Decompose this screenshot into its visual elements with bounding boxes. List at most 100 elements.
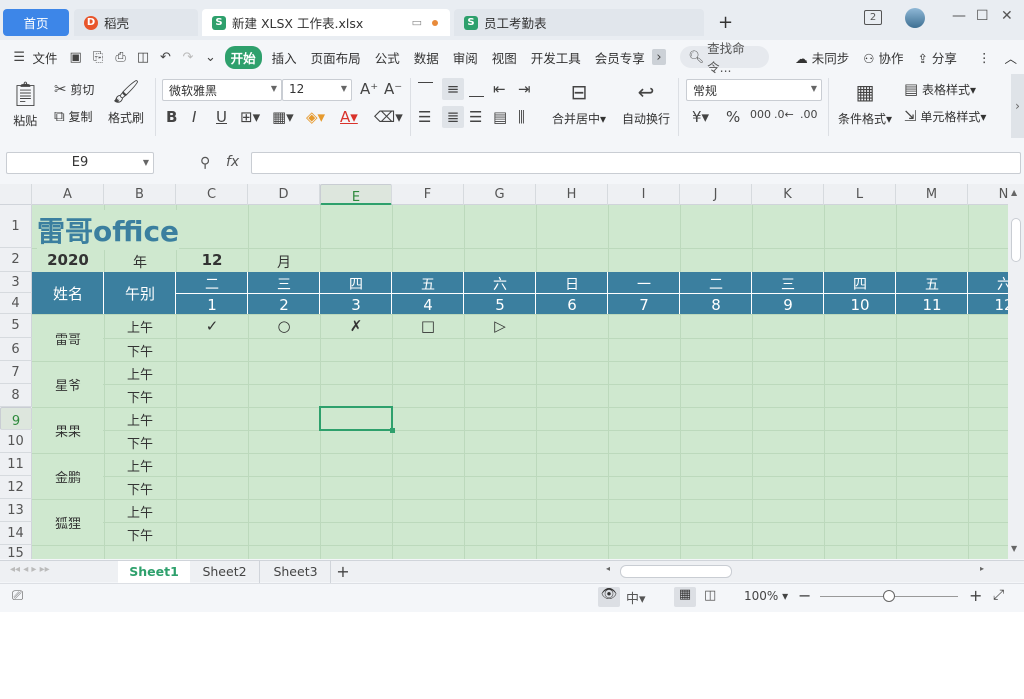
row-header-8[interactable]: 8 bbox=[0, 384, 32, 407]
column-header-f[interactable]: F bbox=[392, 184, 464, 205]
fx-icon[interactable]: fx bbox=[226, 154, 239, 170]
fill-color-icon[interactable]: ◈▾ bbox=[306, 108, 325, 126]
font-color-icon[interactable]: A▾ bbox=[340, 108, 358, 126]
redo-icon[interactable]: ↷ bbox=[181, 49, 195, 65]
attendance-symbol[interactable]: ○ bbox=[248, 317, 320, 335]
row-header-12[interactable]: 12 bbox=[0, 476, 32, 499]
column-header-j[interactable]: J bbox=[680, 184, 752, 205]
border-icon[interactable]: ⊞▾ bbox=[240, 108, 260, 126]
attendance-symbol[interactable]: ▷ bbox=[464, 317, 536, 335]
number-format-select[interactable]: 常规 ▼ bbox=[686, 79, 822, 101]
row-header-6[interactable]: 6 bbox=[0, 338, 32, 361]
align-top-icon[interactable]: ⎺ bbox=[418, 80, 433, 98]
print-icon[interactable]: ⎙ bbox=[113, 49, 127, 65]
weekday-cell[interactable]: 二 bbox=[176, 274, 248, 294]
page-view-icon[interactable]: ◫ bbox=[704, 588, 716, 603]
period-pm[interactable]: 下午 bbox=[104, 525, 176, 544]
period-pm[interactable]: 下午 bbox=[104, 341, 176, 360]
decrease-decimal-icon[interactable]: .00 bbox=[800, 108, 818, 121]
date-cell[interactable]: 4 bbox=[392, 296, 464, 314]
monitor-icon[interactable]: ▭ bbox=[412, 16, 422, 29]
weekday-cell[interactable]: 日 bbox=[536, 274, 608, 294]
formula-input[interactable] bbox=[251, 152, 1021, 174]
eye-protect-icon[interactable]: 👁︎ bbox=[598, 587, 620, 607]
zoom-level[interactable]: 100% ▾ bbox=[744, 589, 788, 603]
period-am[interactable]: 上午 bbox=[104, 456, 176, 475]
row-header-10[interactable]: 10 bbox=[0, 430, 32, 453]
scroll-left-icon[interactable]: ◂ bbox=[606, 564, 610, 573]
date-cell[interactable]: 2 bbox=[248, 296, 320, 314]
conditional-format-button[interactable]: ▦ 条件格式▾ bbox=[838, 80, 892, 127]
vertical-scrollbar[interactable]: ▲ ▼ bbox=[1008, 184, 1024, 559]
ribbon-scroll-icon[interactable]: › bbox=[1011, 74, 1024, 138]
justify-icon[interactable]: ▤ bbox=[493, 108, 507, 126]
row-header-15[interactable]: 15 bbox=[0, 545, 32, 559]
sheet-nav-icon[interactable]: ◂◂ ◂ ▸ ▸▸ bbox=[10, 564, 50, 575]
preview-icon[interactable]: ◫ bbox=[136, 49, 150, 65]
row-header-4[interactable]: 4 bbox=[0, 293, 32, 314]
weekday-cell[interactable]: 三 bbox=[248, 274, 320, 294]
paste-button[interactable]: 📋︎ 粘贴 bbox=[10, 80, 40, 129]
sync-status[interactable]: ☁︎ 未同步 bbox=[795, 48, 849, 67]
menu-review[interactable]: 审阅 bbox=[453, 48, 478, 67]
row-header-14[interactable]: 14 bbox=[0, 522, 32, 545]
zoom-slider-handle[interactable] bbox=[883, 590, 895, 602]
font-size-select[interactable]: 12 ▼ bbox=[282, 79, 352, 101]
select-all-corner[interactable] bbox=[0, 184, 32, 205]
bold-icon[interactable]: B bbox=[166, 108, 177, 126]
eraser-icon[interactable]: ⌫▾ bbox=[374, 108, 403, 126]
column-header-i[interactable]: I bbox=[608, 184, 680, 205]
attendance-symbol[interactable]: □ bbox=[392, 317, 464, 335]
align-right-icon[interactable]: ☰ bbox=[469, 108, 482, 126]
zoom-out-button[interactable]: − bbox=[798, 586, 811, 605]
hamburger-icon[interactable]: ☰ bbox=[12, 49, 26, 65]
period-pm[interactable]: 下午 bbox=[104, 433, 176, 452]
date-cell[interactable]: 9 bbox=[752, 296, 824, 314]
new-tab-button[interactable]: + bbox=[718, 12, 733, 33]
more-vertical-icon[interactable]: ⋮ bbox=[978, 50, 991, 65]
zoom-search-icon[interactable]: ⚲ bbox=[200, 155, 210, 171]
date-cell[interactable]: 1 bbox=[176, 296, 248, 314]
column-header-e[interactable]: E bbox=[320, 184, 392, 205]
weekday-cell[interactable]: 一 bbox=[608, 274, 680, 294]
maximize-icon[interactable]: ☐ bbox=[976, 8, 989, 24]
avatar[interactable] bbox=[905, 8, 925, 28]
date-cell[interactable]: 7 bbox=[608, 296, 680, 314]
menu-page-layout[interactable]: 页面布局 bbox=[311, 48, 361, 67]
date-cell[interactable]: 12 bbox=[968, 296, 1008, 314]
percent-icon[interactable]: % bbox=[726, 108, 740, 126]
period-am[interactable]: 上午 bbox=[104, 502, 176, 521]
menu-data[interactable]: 数据 bbox=[414, 48, 439, 67]
save-icon[interactable]: ▣ bbox=[68, 49, 82, 65]
add-sheet-button[interactable]: + bbox=[332, 561, 354, 583]
input-method-icon[interactable]: 中▾ bbox=[626, 588, 646, 607]
period-am[interactable]: 上午 bbox=[104, 364, 176, 383]
align-bottom-icon[interactable]: ⎽ bbox=[469, 80, 484, 98]
wrap-text-button[interactable]: ↩ 自动换行 bbox=[622, 80, 670, 127]
fullscreen-icon[interactable]: ⤢ bbox=[993, 587, 1004, 603]
row-header-1[interactable]: 1 bbox=[0, 205, 32, 248]
column-header-g[interactable]: G bbox=[464, 184, 536, 205]
share-button[interactable]: ⇪ 分享 bbox=[917, 48, 956, 67]
weekday-cell[interactable]: 三 bbox=[752, 274, 824, 294]
indent-decrease-icon[interactable]: ⇤ bbox=[493, 80, 506, 98]
scroll-up-icon[interactable]: ▲ bbox=[1011, 188, 1017, 197]
align-middle-icon[interactable]: ≡ bbox=[442, 78, 464, 100]
sheet-tab-2[interactable]: Sheet2 bbox=[190, 561, 260, 583]
menu-file[interactable]: 文件 bbox=[32, 48, 57, 67]
column-header-c[interactable]: C bbox=[176, 184, 248, 205]
scroll-down-icon[interactable]: ▼ bbox=[1011, 544, 1017, 553]
row-header-3[interactable]: 3 bbox=[0, 272, 32, 293]
cell-area[interactable]: 雷哥office 2020 年 12 月姓名 午别二 1 三 2 四 3 五 4 六 5 日 6 一 7 二 8 三 9 四 1… bbox=[32, 205, 1008, 559]
align-center-icon[interactable]: ≣ bbox=[442, 106, 464, 128]
export-icon[interactable]: ⎘ bbox=[91, 49, 105, 65]
column-header-l[interactable]: L bbox=[824, 184, 896, 205]
zoom-in-button[interactable]: + bbox=[969, 586, 982, 605]
increase-font-icon[interactable]: A⁺ bbox=[360, 80, 378, 98]
close-icon[interactable]: ✕ bbox=[1001, 8, 1013, 24]
attendance-symbol[interactable]: ✗ bbox=[320, 317, 392, 335]
weekday-cell[interactable]: 四 bbox=[320, 274, 392, 294]
date-cell[interactable]: 6 bbox=[536, 296, 608, 314]
minimize-icon[interactable]: — bbox=[952, 8, 966, 24]
row-header-5[interactable]: 5 bbox=[0, 314, 32, 338]
